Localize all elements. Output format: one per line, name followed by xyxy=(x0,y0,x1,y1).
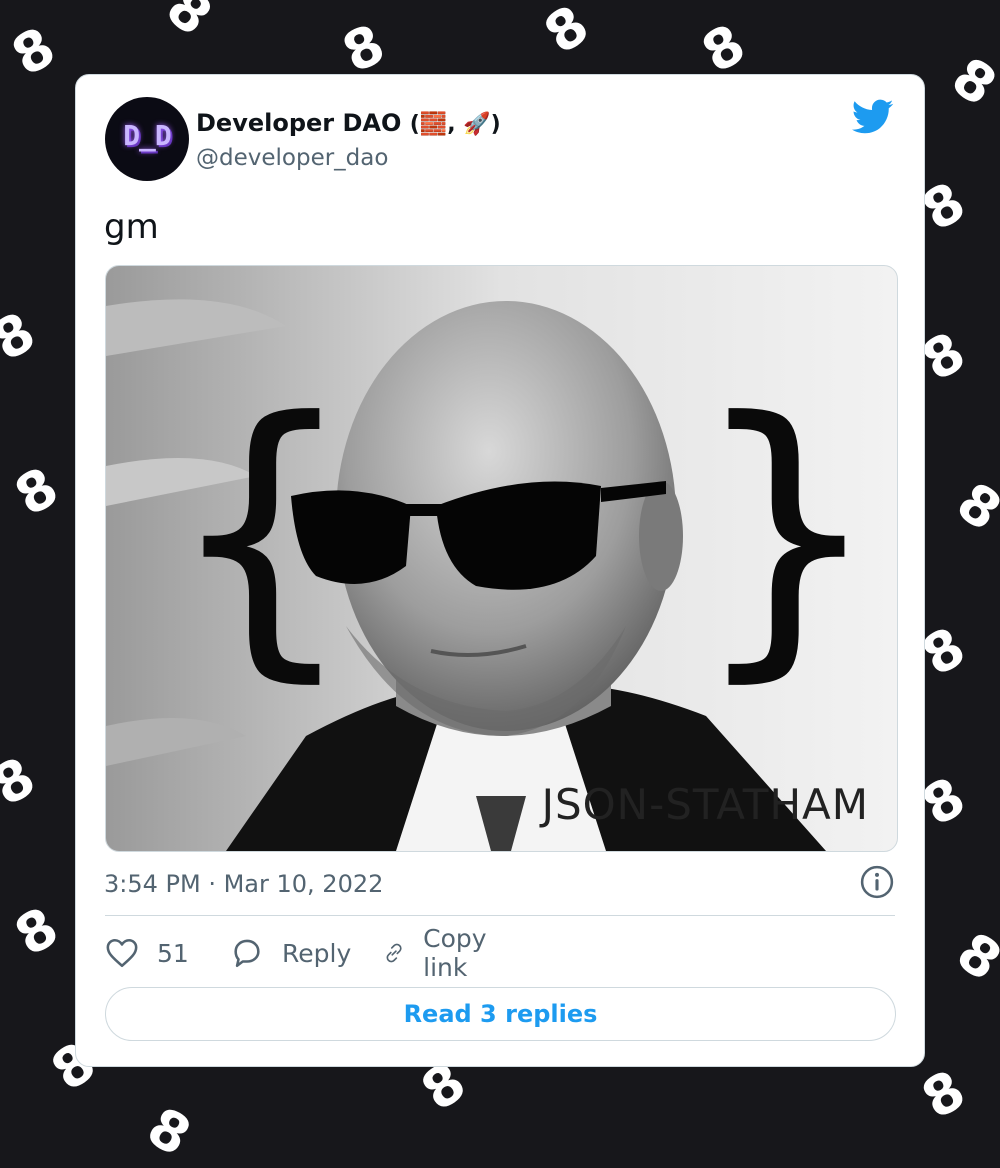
background-glyph: 8 xyxy=(911,1057,976,1132)
json-statham-photo: { } xyxy=(106,266,897,851)
read-replies-button[interactable]: Read 3 replies xyxy=(105,987,896,1041)
svg-text:{: { xyxy=(166,358,357,707)
background-glyph: 8 xyxy=(691,11,756,86)
background-glyph: 8 xyxy=(333,12,394,86)
like-button[interactable]: 51 xyxy=(105,933,189,973)
background-glyph: 8 xyxy=(0,744,46,819)
tweet-text: gm xyxy=(104,207,159,247)
media-caption: JSON-STATHAM xyxy=(541,780,869,829)
avatar-logo-text: D_D xyxy=(123,119,172,152)
tweet-timestamp[interactable]: 3:54 PM · Mar 10, 2022 xyxy=(104,870,383,898)
tweet-media-image[interactable]: { } JSON-STATHAM xyxy=(105,265,898,852)
background-glyph: 8 xyxy=(137,1094,202,1168)
background-glyph: 8 xyxy=(533,0,600,67)
reply-button[interactable]: Reply xyxy=(230,933,351,973)
copy-link-button[interactable]: Copy link xyxy=(383,924,498,982)
reply-label: Reply xyxy=(282,938,352,968)
copy-link-label: Copy link xyxy=(423,924,487,982)
link-icon xyxy=(386,943,402,963)
background-glyph: 8 xyxy=(940,45,1000,119)
avatar[interactable]: D_D xyxy=(105,97,189,181)
background-glyph: 8 xyxy=(945,470,1000,544)
divider xyxy=(105,915,895,916)
author-display-name: Developer DAO xyxy=(196,109,402,137)
twitter-bird-icon[interactable] xyxy=(852,99,894,135)
heart-icon xyxy=(106,938,138,968)
svg-text:}: } xyxy=(691,358,882,707)
reply-bubble-icon xyxy=(234,939,260,968)
background-glyph: 8 xyxy=(4,894,69,969)
background-glyph: 8 xyxy=(154,0,224,48)
author-handle[interactable]: @developer_dao xyxy=(196,145,388,171)
author-name-emoji: (🧱, 🚀) xyxy=(409,112,501,137)
background-glyph: 8 xyxy=(945,920,1000,994)
background-glyph: 8 xyxy=(4,454,69,529)
background-glyph: 8 xyxy=(0,299,46,374)
info-icon[interactable] xyxy=(860,865,894,899)
like-count: 51 xyxy=(157,938,189,968)
tweet-card: D_D Developer DAO (🧱, 🚀) @developer_dao … xyxy=(75,74,925,1067)
author-name[interactable]: Developer DAO (🧱, 🚀) xyxy=(196,109,501,137)
background-glyph: 8 xyxy=(1,14,66,89)
